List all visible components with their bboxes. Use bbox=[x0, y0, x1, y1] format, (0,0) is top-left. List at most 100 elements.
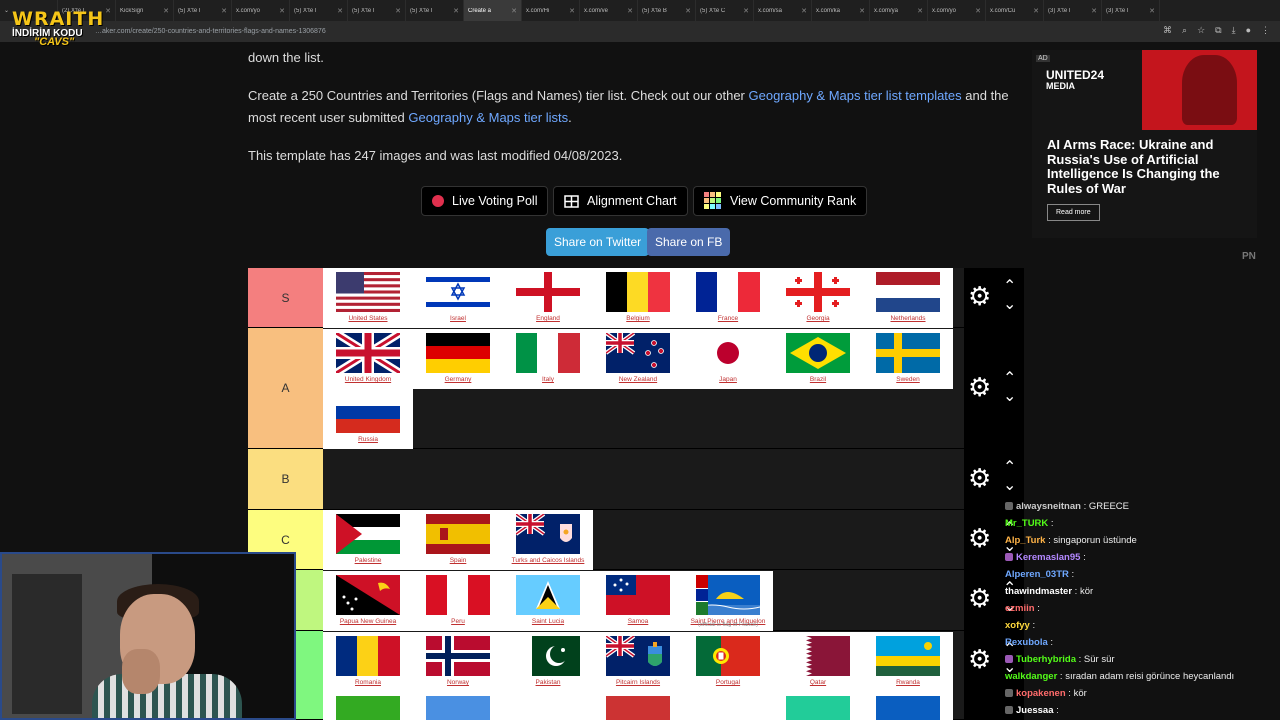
chat-username[interactable]: Rexubola bbox=[1005, 637, 1048, 648]
address-bar[interactable]: …aker.com/create/250-countries-and-terri… bbox=[0, 21, 1280, 42]
tab-close-icon[interactable]: ✕ bbox=[569, 7, 575, 15]
live-voting-poll-button[interactable]: Live Voting Poll bbox=[421, 186, 549, 216]
flag-item[interactable] bbox=[323, 692, 413, 720]
move-up-chevron-icon[interactable]: ⌃ bbox=[1003, 368, 1016, 388]
flag-item[interactable]: Italy bbox=[503, 329, 593, 389]
browser-tab[interactable]: (3) X'te I ✕ bbox=[1044, 0, 1102, 21]
bookmark-star-icon[interactable]: ☆ bbox=[1197, 25, 1205, 36]
chat-username[interactable]: Keremaslan95 bbox=[1016, 552, 1080, 563]
flag-item[interactable]: Brazil bbox=[773, 329, 863, 389]
settings-gear-icon[interactable]: ⚙ bbox=[968, 583, 991, 614]
flag-item[interactable]: United States bbox=[323, 268, 413, 328]
settings-gear-icon[interactable]: ⚙ bbox=[968, 372, 991, 403]
tab-close-icon[interactable]: ✕ bbox=[337, 7, 343, 15]
browser-tab[interactable]: Create a ✕ bbox=[464, 0, 522, 21]
flag-item[interactable]: Turks and Caicos Islands bbox=[503, 510, 593, 570]
browser-tab[interactable]: x.com/sa ✕ bbox=[754, 0, 812, 21]
advertisement[interactable]: AD UNITED24 MEDIA AI Arms Race: Ukraine … bbox=[1032, 50, 1257, 238]
chat-username[interactable]: kopakenen bbox=[1016, 688, 1066, 699]
browser-tab[interactable]: x.com/yo ✕ bbox=[232, 0, 290, 21]
browser-tab[interactable]: (5) X'te I ✕ bbox=[348, 0, 406, 21]
tier-label-s[interactable]: S bbox=[248, 268, 323, 328]
geography-templates-link[interactable]: Geography & Maps tier list templates bbox=[749, 88, 962, 103]
tab-close-icon[interactable]: ✕ bbox=[1091, 7, 1097, 15]
browser-tab[interactable]: x.com/ka ✕ bbox=[812, 0, 870, 21]
flag-item[interactable]: New Zealand bbox=[593, 329, 683, 389]
settings-gear-icon[interactable]: ⚙ bbox=[968, 463, 991, 494]
browser-tab[interactable]: (3) X'te I ✕ bbox=[1102, 0, 1160, 21]
flag-item[interactable]: Rwanda bbox=[863, 632, 953, 692]
move-down-chevron-icon[interactable]: ⌄ bbox=[1003, 386, 1016, 406]
settings-gear-icon[interactable]: ⚙ bbox=[968, 523, 991, 554]
flag-item[interactable] bbox=[413, 692, 503, 720]
browser-tab[interactable]: (5) X'te I ✕ bbox=[406, 0, 464, 21]
browser-tab[interactable]: x.com/yo ✕ bbox=[928, 0, 986, 21]
flag-item[interactable]: Palestine bbox=[323, 510, 413, 570]
tab-close-icon[interactable]: ✕ bbox=[975, 7, 981, 15]
flag-item[interactable]: Papua New Guinea bbox=[323, 571, 413, 631]
tier-label-b[interactable]: B bbox=[248, 449, 323, 510]
ad-read-more-button[interactable]: Read more bbox=[1047, 204, 1100, 221]
flag-item[interactable]: Peru bbox=[413, 571, 503, 631]
flag-item[interactable] bbox=[503, 692, 593, 720]
tab-close-icon[interactable]: ✕ bbox=[743, 7, 749, 15]
flag-item[interactable]: England bbox=[503, 268, 593, 328]
tab-close-icon[interactable]: ✕ bbox=[1149, 7, 1155, 15]
profile-icon[interactable]: ● bbox=[1246, 25, 1251, 36]
flag-item[interactable] bbox=[863, 692, 953, 720]
chat-username[interactable]: walkdanger bbox=[1005, 671, 1057, 682]
chat-username[interactable]: xofyy bbox=[1005, 620, 1030, 631]
flag-item[interactable]: Belgium bbox=[593, 268, 683, 328]
flag-item[interactable]: Pakistan bbox=[503, 632, 593, 692]
alignment-chart-button[interactable]: Alignment Chart bbox=[553, 186, 688, 216]
tier-label-a[interactable]: A bbox=[248, 328, 323, 449]
tab-close-icon[interactable]: ✕ bbox=[859, 7, 865, 15]
download-icon[interactable]: ⤓ bbox=[1232, 25, 1236, 36]
tab-close-icon[interactable]: ✕ bbox=[627, 7, 633, 15]
browser-tab[interactable]: x.com/Cu ✕ bbox=[986, 0, 1044, 21]
browser-tab[interactable]: (5) X'te I ✕ bbox=[290, 0, 348, 21]
browser-tab[interactable]: x.com/ya ✕ bbox=[870, 0, 928, 21]
flag-item[interactable] bbox=[683, 692, 773, 720]
browser-tab[interactable]: KickSign ✕ bbox=[116, 0, 174, 21]
view-community-rank-button[interactable]: View Community Rank bbox=[693, 186, 868, 216]
flag-item[interactable]: Russia bbox=[323, 389, 413, 449]
tab-close-icon[interactable]: ✕ bbox=[453, 7, 459, 15]
tab-close-icon[interactable]: ✕ bbox=[395, 7, 401, 15]
browser-tab[interactable]: x.com/Hi ✕ bbox=[522, 0, 580, 21]
chat-username[interactable]: Alp_Turk bbox=[1005, 535, 1045, 546]
flag-item[interactable]: Sweden bbox=[863, 329, 953, 389]
tab-close-icon[interactable]: ✕ bbox=[1033, 7, 1039, 15]
share-fb-button[interactable]: Share on FB bbox=[647, 228, 731, 256]
browser-tab[interactable]: (5) X'te B ✕ bbox=[638, 0, 696, 21]
browser-tab[interactable]: x.com/ve ✕ bbox=[580, 0, 638, 21]
menu-icon[interactable]: ⋮ bbox=[1261, 25, 1270, 36]
flag-item[interactable]: Samoa bbox=[593, 571, 683, 631]
flag-item[interactable]: Netherlands bbox=[863, 268, 953, 328]
flag-item[interactable] bbox=[773, 692, 863, 720]
browser-tab[interactable]: (5) X'te I ✕ bbox=[174, 0, 232, 21]
share-twitter-button[interactable]: Share on Twitter bbox=[546, 228, 650, 256]
flag-item[interactable]: Germany bbox=[413, 329, 503, 389]
chat-username[interactable]: alwaysneitnan bbox=[1016, 501, 1081, 512]
extensions-icon[interactable]: ⧉ bbox=[1215, 25, 1221, 36]
flag-item[interactable]: United Kingdom bbox=[323, 329, 413, 389]
tab-close-icon[interactable]: ✕ bbox=[221, 7, 227, 15]
tab-close-icon[interactable]: ✕ bbox=[511, 7, 517, 15]
flag-item[interactable]: France bbox=[683, 268, 773, 328]
flag-item[interactable]: Pitcairn Islands bbox=[593, 632, 683, 692]
flag-item[interactable]: Qatar bbox=[773, 632, 863, 692]
move-up-chevron-icon[interactable]: ⌃ bbox=[1003, 457, 1016, 477]
flag-item[interactable]: Romania bbox=[323, 632, 413, 692]
tab-close-icon[interactable]: ✕ bbox=[279, 7, 285, 15]
tab-close-icon[interactable]: ✕ bbox=[163, 7, 169, 15]
flag-item[interactable]: Japan bbox=[683, 329, 773, 389]
geography-tierlists-link[interactable]: Geography & Maps tier lists bbox=[408, 110, 568, 125]
chat-username[interactable]: Mr_TURK bbox=[1005, 518, 1048, 529]
settings-gear-icon[interactable]: ⚙ bbox=[968, 644, 991, 675]
move-down-chevron-icon[interactable]: ⌄ bbox=[1003, 475, 1016, 495]
chat-username[interactable]: Alperen_03TR bbox=[1005, 569, 1069, 580]
flag-item[interactable]: Spain bbox=[413, 510, 503, 570]
chat-username[interactable]: ezmiin bbox=[1005, 603, 1035, 614]
chat-username[interactable]: Juessaa bbox=[1016, 705, 1054, 716]
